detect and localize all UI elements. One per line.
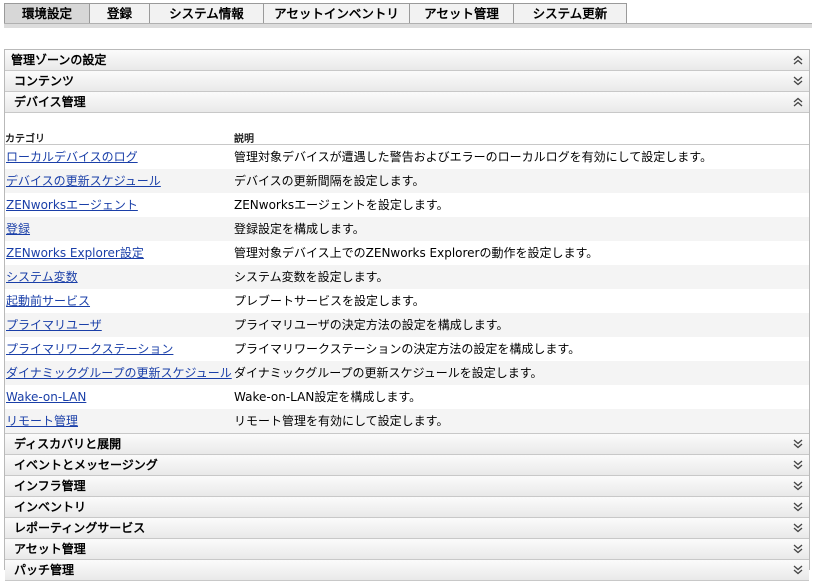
section-label: パッチ管理 <box>14 563 75 577</box>
row-description: リモート管理を有効にして設定します。 <box>234 414 449 428</box>
row-description: ZENworksエージェントを設定します。 <box>234 198 449 212</box>
section-events-messaging[interactable]: イベントとメッセージング <box>5 455 809 476</box>
chevron-double-down-icon[interactable] <box>791 539 805 559</box>
tab-system-info[interactable]: システム情報 <box>150 3 264 24</box>
section-label: インベントリ <box>14 500 87 514</box>
table-row: 起動前サービス プレブートサービスを設定します。 <box>5 289 809 313</box>
table-row: ダイナミックグループの更新スケジュール ダイナミックグループの更新スケジュールを… <box>5 361 809 385</box>
section-label: イベントとメッセージング <box>14 458 158 472</box>
table-row: Wake-on-LAN Wake-on-LAN設定を構成します。 <box>5 385 809 409</box>
tab-asset-management[interactable]: アセット管理 <box>410 3 514 24</box>
settings-table: ローカルデバイスのログ 管理対象デバイスが遭遇した警告およびエラーのローカルログ… <box>5 145 809 434</box>
table-row: 登録 登録設定を構成します。 <box>5 217 809 241</box>
chevron-double-down-icon[interactable] <box>791 518 805 538</box>
section-reporting-services[interactable]: レポーティングサービス <box>5 518 809 539</box>
row-description: 登録設定を構成します。 <box>234 222 365 236</box>
category-link[interactable]: ZENworksエージェント <box>6 193 138 217</box>
row-description: 管理対象デバイスが遭遇した警告およびエラーのローカルログを有効にして設定します。 <box>234 150 713 164</box>
table-row: ZENworksエージェント ZENworksエージェントを設定します。 <box>5 193 809 217</box>
category-link[interactable]: システム変数 <box>6 265 78 289</box>
section-inventory[interactable]: インベントリ <box>5 497 809 518</box>
row-description: Wake-on-LAN設定を構成します。 <box>234 390 422 404</box>
section-device-management[interactable]: デバイス管理 <box>5 92 809 113</box>
category-link[interactable]: 登録 <box>6 217 30 241</box>
table-row: プライマリユーザ プライマリユーザの決定方法の設定を構成します。 <box>5 313 809 337</box>
row-description: システム変数を設定します。 <box>234 270 389 284</box>
section-label: コンテンツ <box>14 74 75 88</box>
section-label: レポーティングサービス <box>14 521 146 535</box>
section-content[interactable]: コンテンツ <box>5 71 809 92</box>
section-label: アセット管理 <box>14 542 86 556</box>
chevron-double-down-icon[interactable] <box>791 476 805 496</box>
section-label: インフラ管理 <box>14 479 86 493</box>
table-row: プライマリワークステーション プライマリワークステーションの決定方法の設定を構成… <box>5 337 809 361</box>
category-link[interactable]: デバイスの更新スケジュール <box>6 169 161 193</box>
row-description: ダイナミックグループの更新スケジュールを設定します。 <box>234 366 543 380</box>
section-label: デバイス管理 <box>14 95 86 109</box>
tab-asset-inventory[interactable]: アセットインベントリ <box>264 3 410 24</box>
chevron-double-up-icon[interactable] <box>791 50 805 70</box>
chevron-double-down-icon[interactable] <box>791 497 805 517</box>
tab-config[interactable]: 環境設定 <box>4 3 90 25</box>
row-description: プレブートサービスを設定します。 <box>234 294 425 308</box>
tab-registration[interactable]: 登録 <box>90 3 150 24</box>
chevron-double-down-icon[interactable] <box>791 71 805 91</box>
category-link[interactable]: リモート管理 <box>6 409 78 433</box>
table-row: リモート管理 リモート管理を有効にして設定します。 <box>5 409 809 433</box>
table-row: ZENworks Explorer設定 管理対象デバイス上でのZENworks … <box>5 241 809 265</box>
category-link[interactable]: ZENworks Explorer設定 <box>6 241 144 265</box>
table-row: システム変数 システム変数を設定します。 <box>5 265 809 289</box>
table-row: ローカルデバイスのログ 管理対象デバイスが遭遇した警告およびエラーのローカルログ… <box>5 145 809 169</box>
category-link[interactable]: Wake-on-LAN <box>6 385 86 409</box>
section-asset-management[interactable]: アセット管理 <box>5 539 809 560</box>
chevron-double-up-icon[interactable] <box>791 92 805 112</box>
chevron-double-down-icon[interactable] <box>791 560 805 580</box>
table-header: カテゴリ 説明 <box>5 113 809 145</box>
section-discovery-deployment[interactable]: ディスカバリと展開 <box>5 434 809 455</box>
table-row: デバイスの更新スケジュール デバイスの更新間隔を設定します。 <box>5 169 809 193</box>
category-link[interactable]: プライマリワークステーション <box>6 337 173 361</box>
row-description: デバイスの更新間隔を設定します。 <box>234 174 425 188</box>
category-link[interactable]: 起動前サービス <box>6 289 90 313</box>
column-header-category: カテゴリ <box>5 134 45 145</box>
section-patch-management[interactable]: パッチ管理 <box>5 560 809 581</box>
chevron-double-down-icon[interactable] <box>791 434 805 454</box>
category-link[interactable]: ダイナミックグループの更新スケジュール <box>6 361 232 385</box>
category-link[interactable]: プライマリユーザ <box>6 313 102 337</box>
row-description: 管理対象デバイス上でのZENworks Explorerの動作を設定します。 <box>234 246 599 260</box>
panel-title: 管理ゾーンの設定 <box>11 53 107 67</box>
tab-system-update[interactable]: システム更新 <box>514 3 627 24</box>
tab-bar: 環境設定 登録 システム情報 アセットインベントリ アセット管理 システム更新 <box>4 3 627 25</box>
section-infrastructure-management[interactable]: インフラ管理 <box>5 476 809 497</box>
chevron-double-down-icon[interactable] <box>791 455 805 475</box>
management-zone-settings-panel: 管理ゾーンの設定 コンテンツ デバイス管理 カテゴリ 説明 ローカルデバイスのロ… <box>4 49 810 581</box>
section-label: ディスカバリと展開 <box>14 437 122 451</box>
panel-header[interactable]: 管理ゾーンの設定 <box>5 50 809 71</box>
row-description: プライマリユーザの決定方法の設定を構成します。 <box>234 318 509 332</box>
row-description: プライマリワークステーションの決定方法の設定を構成します。 <box>234 342 581 356</box>
category-link[interactable]: ローカルデバイスのログ <box>6 145 138 169</box>
column-header-description: 説明 <box>234 134 254 145</box>
tab-underbar <box>4 24 812 28</box>
